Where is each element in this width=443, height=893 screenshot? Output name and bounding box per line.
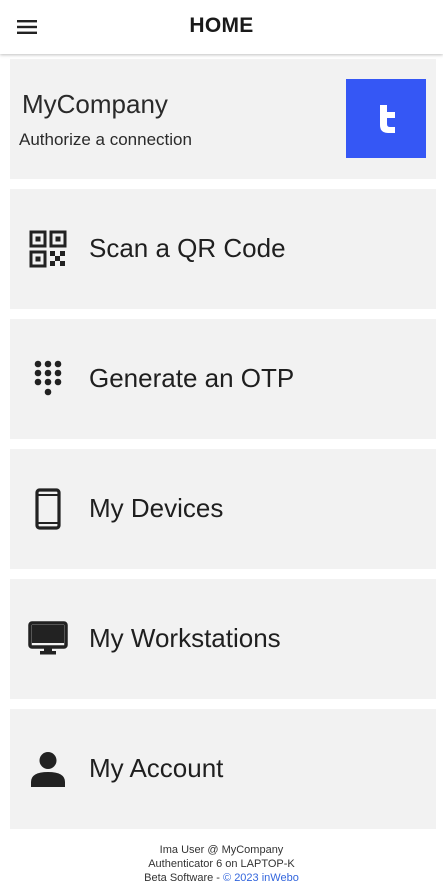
copyright-link[interactable]: © 2023 inWebo — [223, 872, 299, 884]
menu-item-label: My Workstations — [89, 623, 281, 653]
menu-item-label: Scan a QR Code — [89, 233, 286, 263]
menu-item-scan-qr[interactable]: Scan a QR Code — [10, 189, 436, 309]
menu-item-my-devices[interactable]: My Devices — [10, 449, 436, 569]
footer-app-version: Authenticator 6 on LAPTOP-K — [148, 858, 295, 870]
menu-item-my-account[interactable]: My Account — [10, 709, 436, 829]
menu-item-generate-otp[interactable]: Generate an OTP — [10, 319, 436, 439]
footer-beta-line: Beta Software - © 2023 inWebo — [0, 871, 443, 885]
menu-item-my-workstations[interactable]: My Workstations — [10, 579, 436, 699]
authorize-connection-card[interactable]: MyCompany Authorize a connection — [10, 59, 436, 179]
dialpad-icon — [34, 360, 62, 396]
footer-user: Ima User @ MyCompany — [159, 844, 284, 856]
menu-item-label: My Devices — [89, 493, 224, 523]
page-title: HOME — [189, 14, 254, 37]
company-logo — [346, 79, 426, 158]
menu-item-label: My Account — [89, 753, 224, 783]
qr-code-icon — [29, 230, 67, 268]
company-name: MyCompany — [22, 89, 168, 119]
person-icon — [31, 752, 65, 787]
menu-item-label: Generate an OTP — [89, 363, 295, 393]
smartphone-icon — [35, 488, 61, 530]
desktop-icon — [28, 621, 68, 655]
inwebo-logo-icon — [380, 104, 395, 133]
footer: Ima User @ MyCompany Authenticator 6 on … — [0, 843, 443, 885]
top-app-bar: HOME — [0, 0, 443, 54]
footer-beta-label: Beta Software - — [144, 872, 224, 884]
company-subtitle: Authorize a connection — [19, 130, 192, 149]
